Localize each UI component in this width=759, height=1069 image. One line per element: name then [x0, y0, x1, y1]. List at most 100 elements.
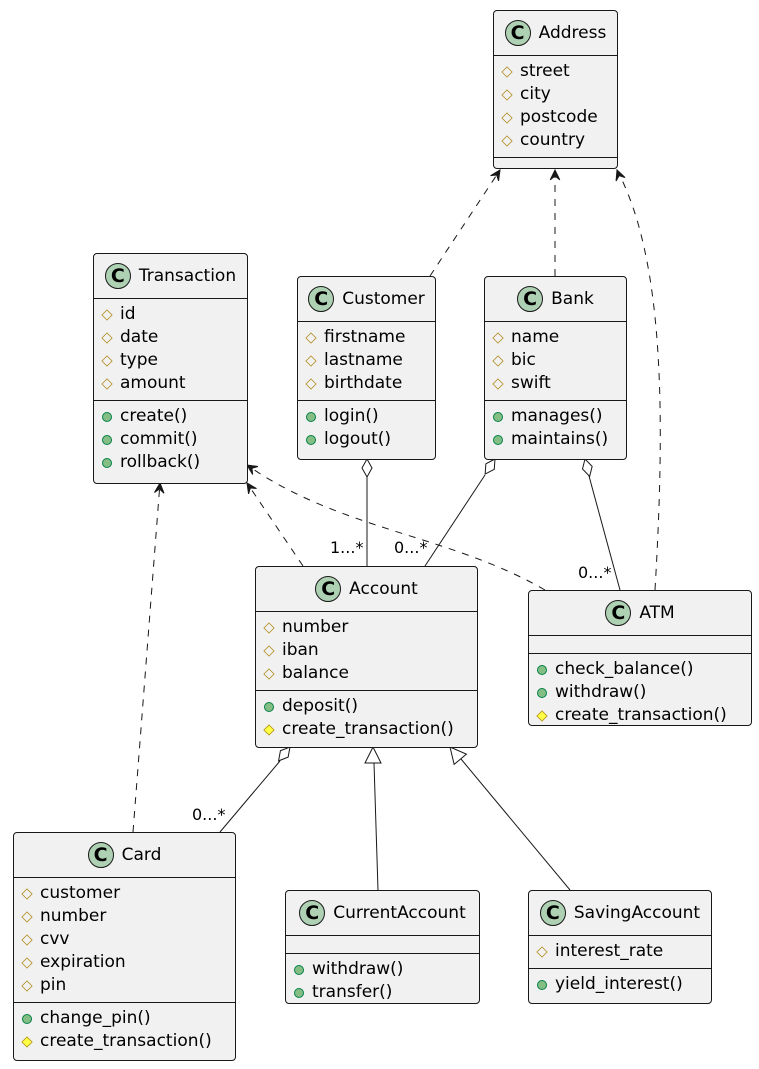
attribute: customer: [14, 882, 235, 905]
class-customer[interactable]: C Customer firstname lastname birthdate login…: [297, 276, 436, 460]
attribute: pin: [14, 974, 235, 997]
method: create(): [94, 405, 247, 428]
attributes-section: firstname lastname birthdate: [298, 322, 435, 400]
class-header: C Customer: [298, 277, 435, 322]
member-name: number: [282, 617, 349, 637]
protected-icon: [492, 377, 504, 390]
member-name: commit(): [120, 429, 198, 449]
protected-icon: [21, 933, 33, 946]
methods-section: [494, 157, 617, 175]
public-icon: [537, 664, 547, 675]
class-icon: C: [308, 286, 335, 312]
methods-section: login() logout(): [298, 400, 435, 456]
protected-icon: [501, 134, 513, 147]
member-name: city: [520, 84, 551, 104]
methods-section: yield_interest(): [529, 968, 711, 1001]
method: manages(): [485, 405, 626, 428]
attribute: firstname: [298, 326, 435, 349]
protected-icon: [536, 945, 548, 958]
arrowhead-icon: [615, 168, 626, 182]
member-name: withdraw(): [555, 682, 647, 702]
aggregation-diamond-icon: [484, 458, 496, 475]
member-name: withdraw(): [312, 959, 404, 979]
member-name: change_pin(): [40, 1008, 151, 1028]
attribute: bic: [485, 349, 626, 372]
public-icon: [537, 979, 547, 990]
protected-icon: [101, 377, 113, 390]
protected-icon: [21, 956, 33, 969]
public-icon: [22, 1013, 32, 1024]
relation-currentaccount-account-line: [373, 762, 379, 891]
class-card[interactable]: C Card customer number cvv expiration pin chang…: [13, 832, 236, 1061]
class-header: C Card: [14, 833, 235, 878]
uml-class-diagram: C Address street city postcode country C Transa…: [0, 0, 759, 1069]
class-atm[interactable]: C ATM check_balance() withdraw() create_tran…: [528, 590, 752, 726]
methods-section: change_pin() create_transaction(): [14, 1002, 235, 1058]
protected-icon: [263, 621, 275, 634]
public-icon: [102, 457, 112, 468]
class-icon: C: [315, 576, 342, 602]
attributes-section: interest_rate: [529, 936, 711, 968]
attribute: iban: [256, 639, 477, 662]
public-icon: [294, 987, 304, 998]
member-name: amount: [120, 373, 186, 393]
member-name: create_transaction(): [40, 1031, 212, 1051]
method: transfer(): [286, 981, 479, 1004]
protected-icon: [21, 910, 33, 923]
public-icon: [493, 411, 503, 422]
protected-icon: [21, 979, 33, 992]
aggregation-diamond-icon: [361, 457, 373, 479]
relation-bank-account-line: [424, 474, 486, 567]
member-name: interest_rate: [555, 941, 664, 961]
method: withdraw(): [286, 958, 479, 981]
class-name: Transaction: [138, 266, 237, 286]
member-name: logout(): [324, 429, 392, 449]
member-name: firstname: [324, 327, 406, 347]
attribute: number: [256, 616, 477, 639]
methods-section: withdraw() transfer(): [286, 953, 479, 1009]
member-name: login(): [324, 406, 379, 426]
class-transaction[interactable]: C Transaction id date type amount create() comm…: [93, 253, 248, 484]
attribute: id: [94, 303, 247, 326]
class-address[interactable]: C Address street city postcode country: [493, 10, 618, 169]
multiplicity-label: 0...*: [394, 538, 428, 557]
protected-icon: [263, 667, 275, 680]
attribute: cvv: [14, 928, 235, 951]
protected-icon: [492, 354, 504, 367]
class-account[interactable]: C Account number iban balance deposit() create…: [255, 566, 478, 748]
class-currentaccount[interactable]: C CurrentAccount withdraw() transfer(): [285, 890, 480, 1004]
member-name: cvv: [40, 929, 70, 949]
method: check_balance(): [529, 658, 751, 681]
member-name: create_transaction(): [555, 705, 727, 725]
methods-section: manages() maintains(): [485, 400, 626, 456]
class-header: C Transaction: [94, 254, 247, 299]
member-name: manages(): [511, 406, 603, 426]
member-name: rollback(): [120, 452, 201, 472]
member-name: create(): [120, 406, 188, 426]
class-name: CurrentAccount: [333, 903, 466, 923]
protected-icon: [21, 887, 33, 900]
protected-icon: [501, 65, 513, 78]
public-icon: [493, 434, 503, 445]
protected-icon: [305, 354, 317, 367]
attribute: name: [485, 326, 626, 349]
method: maintains(): [485, 428, 626, 451]
method: login(): [298, 405, 435, 428]
attribute: swift: [485, 372, 626, 395]
protected-icon: [101, 308, 113, 321]
protected-method-icon: [536, 709, 548, 722]
public-icon: [102, 434, 112, 445]
class-name: Account: [349, 579, 418, 599]
protected-icon: [501, 88, 513, 101]
member-name: pin: [40, 975, 67, 995]
class-icon: C: [87, 842, 114, 868]
class-bank[interactable]: C Bank name bic swift manages() maintains(): [484, 276, 627, 460]
member-name: postcode: [520, 107, 598, 127]
member-name: id: [120, 304, 136, 324]
class-savingaccount[interactable]: C SavingAccount interest_rate yield_interes…: [528, 890, 712, 1004]
member-name: deposit(): [282, 696, 358, 716]
multiplicity-label: 1...*: [330, 538, 364, 557]
member-name: customer: [40, 883, 121, 903]
methods-section: deposit() create_transaction(): [256, 690, 477, 746]
arrowhead-icon: [246, 464, 259, 475]
